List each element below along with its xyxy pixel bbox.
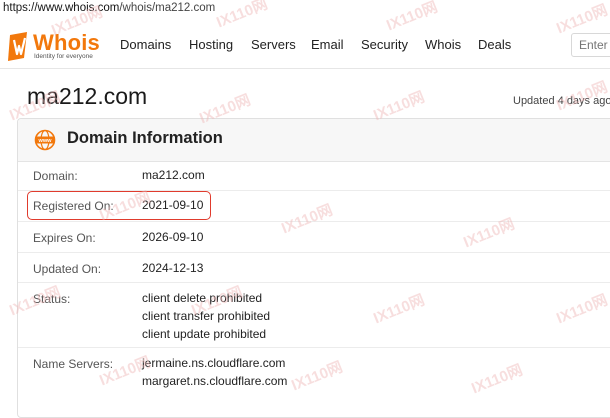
name-server-value: jermaine.ns.cloudflare.com [142, 356, 286, 370]
row-label: Expires On: [33, 231, 96, 245]
nav-security[interactable]: Security [361, 37, 408, 52]
row-label: Domain: [33, 169, 78, 183]
nav-servers[interactable]: Servers [251, 37, 296, 52]
svg-text:www: www [37, 138, 52, 144]
url-prefix: https:// [3, 2, 38, 14]
card-header: www Domain Information [18, 119, 610, 162]
row-value: ma212.com [142, 168, 205, 182]
row-status: Status: client delete prohibited client … [18, 282, 610, 348]
www-globe-icon: www [34, 129, 56, 151]
browser-url-bar[interactable]: https://www.whois.com/whois/ma212.com [0, 0, 610, 18]
url-path: /whois/ma212.com [119, 2, 216, 14]
logo-tagline: Identity for everyone [34, 53, 93, 60]
row-label: Updated On: [33, 262, 102, 276]
row-label: Name Servers: [33, 357, 114, 371]
row-name-servers: Name Servers: jermaine.ns.cloudflare.com… [18, 347, 610, 392]
whois-logo[interactable]: Whois Identity for everyone [6, 30, 106, 62]
nav-whois[interactable]: Whois [425, 37, 461, 52]
status-value: client delete prohibited [142, 291, 263, 305]
row-value: 2024-12-13 [142, 261, 204, 275]
nav-domains[interactable]: Domains [120, 37, 171, 52]
nav-email[interactable]: Email [311, 37, 344, 52]
row-updated-on: Updated On: 2024-12-13 [18, 252, 610, 283]
domain-search-input[interactable] [571, 33, 610, 57]
nav-deals[interactable]: Deals [478, 37, 511, 52]
row-expires-on: Expires On: 2026-09-10 [18, 221, 610, 253]
whois-shield-logo-icon [8, 32, 27, 61]
row-domain: Domain: ma212.com [18, 160, 610, 190]
url-domain: www.whois.com [37, 2, 120, 14]
updated-timestamp: Updated 4 days ago [513, 95, 610, 107]
page-title: ma212.com [27, 83, 148, 109]
status-value: client transfer prohibited [142, 309, 271, 323]
row-label: Status: [33, 292, 71, 306]
name-server-value: margaret.ns.cloudflare.com [142, 374, 288, 388]
card-title: Domain Information [67, 129, 223, 147]
site-header: Whois Identity for everyone Domains Host… [0, 18, 610, 69]
status-value: client update prohibited [142, 327, 267, 341]
registered-on-highlight [27, 191, 211, 220]
nav-hosting[interactable]: Hosting [189, 37, 233, 52]
row-value: 2026-09-10 [142, 230, 204, 244]
